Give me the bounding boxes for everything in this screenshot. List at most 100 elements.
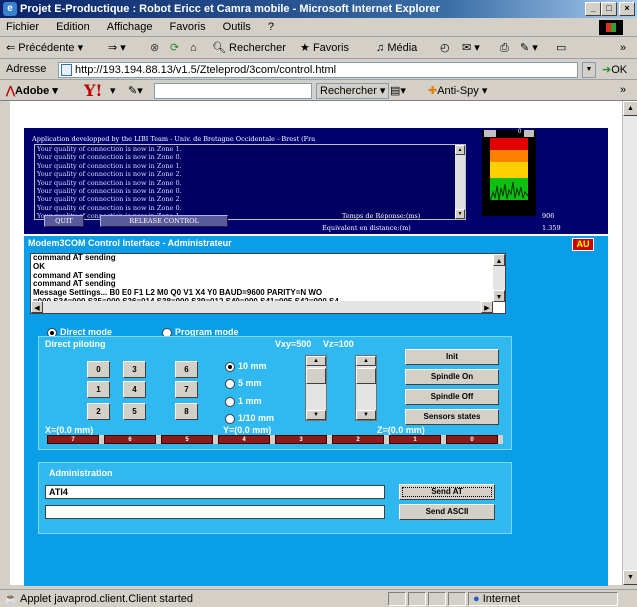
mail-icon[interactable]: ✉ ▾	[462, 37, 480, 59]
edit-icon[interactable]: ✎ ▾	[520, 37, 538, 59]
key-0-button[interactable]: 0	[87, 361, 110, 378]
back-button[interactable]: ⇐ Précédente ▾	[6, 37, 83, 59]
axis-button-6[interactable]: 6	[104, 435, 156, 444]
media-button[interactable]: ♫ Média	[376, 37, 417, 59]
key-4-button[interactable]: 4	[123, 381, 146, 398]
response-time-label: Temps de Réponse:(ms)	[342, 212, 421, 220]
vz-slider[interactable]: ▲ ▼	[355, 355, 377, 421]
antispy-icon: ✚	[428, 85, 438, 97]
toolbar-overflow-icon[interactable]: »	[620, 37, 626, 59]
send-at-button[interactable]: Send AT	[399, 484, 495, 500]
spindle-on-button[interactable]: Spindle On	[405, 369, 499, 385]
axis-button-7[interactable]: 7	[47, 435, 99, 444]
adobe-icon: ⋀	[6, 85, 16, 97]
menu-affichage[interactable]: Affichage	[107, 21, 153, 33]
close-button[interactable]: ×	[619, 2, 635, 16]
vxy-down-icon[interactable]: ▼	[306, 410, 326, 420]
menu-outils[interactable]: Outils	[223, 21, 251, 33]
go-button[interactable]: ➜OK	[602, 63, 627, 76]
menu-help[interactable]: ?	[268, 21, 274, 33]
axis-button-1[interactable]: 1	[389, 435, 441, 444]
key-8-button[interactable]: 8	[175, 403, 198, 420]
search-input[interactable]	[154, 83, 312, 99]
favorites-button[interactable]: ★ Favoris	[300, 37, 349, 59]
command-log[interactable]: command AT sending OK command AT sending…	[30, 253, 506, 314]
adobe-button[interactable]: ⋀Adobe ▾	[6, 84, 58, 97]
axis-button-3[interactable]: 3	[275, 435, 327, 444]
administration-title: Administration	[49, 468, 113, 478]
at-command-input[interactable]: ATI4	[45, 485, 385, 499]
quality-log[interactable]: Your quality of connection is now in Zon…	[34, 144, 466, 220]
vxy-thumb[interactable]	[306, 368, 326, 384]
search-button[interactable]: 🔍︎ Rechercher	[212, 37, 286, 59]
quit-button[interactable]: QUIT	[44, 215, 84, 227]
release-control-button[interactable]: RELEASE CONTROL	[100, 215, 228, 227]
discuss-icon[interactable]: ▭	[556, 37, 566, 59]
vxy-up-icon[interactable]: ▲	[306, 356, 326, 366]
gauge-left-knob-icon[interactable]	[484, 130, 496, 137]
step-tenth-mm-label: 1/10 mm	[238, 413, 275, 423]
step-5mm-radio[interactable]	[225, 379, 235, 389]
history-icon[interactable]: ◴	[440, 37, 450, 59]
step-tenth-mm-radio[interactable]	[225, 414, 235, 424]
cmd-log-hscroll[interactable]: ◀ ▶	[31, 301, 493, 313]
log-scroll-up-icon[interactable]: ▲	[455, 145, 465, 155]
home-icon[interactable]: ⌂	[190, 37, 197, 59]
maximize-button[interactable]: □	[601, 2, 617, 16]
antispy-button[interactable]: ✚Anti-Spy ▾	[428, 84, 487, 97]
step-1mm-radio[interactable]	[225, 397, 235, 407]
menu-favoris[interactable]: Favoris	[170, 21, 206, 33]
yahoo-dropdown-icon[interactable]: ▾	[110, 84, 116, 97]
vz-down-icon[interactable]: ▼	[356, 410, 376, 420]
send-ascii-button[interactable]: Send ASCII	[399, 504, 495, 520]
axis-button-5[interactable]: 5	[161, 435, 213, 444]
log-scrollbar[interactable]: ▲ ▼	[455, 145, 465, 219]
init-button[interactable]: Init	[405, 349, 499, 365]
page-scrollbar[interactable]: ▲ ▼	[622, 101, 637, 585]
scroll-up-icon[interactable]: ▲	[623, 101, 637, 116]
zone-pane: ● Internet	[468, 592, 618, 606]
cmd-scroll-up-icon[interactable]: ▲	[493, 254, 505, 266]
tools-icon[interactable]: ▤▾	[390, 84, 406, 97]
pencil-icon[interactable]: ✎▾	[128, 84, 143, 97]
key-5-button[interactable]: 5	[123, 403, 146, 420]
searchbar-overflow-icon[interactable]: »	[620, 84, 626, 96]
spindle-off-button[interactable]: Spindle Off	[405, 389, 499, 405]
key-6-button[interactable]: 6	[175, 361, 198, 378]
cmd-scroll-down-icon[interactable]: ▼	[493, 290, 505, 302]
log-scroll-down-icon[interactable]: ▼	[455, 209, 465, 219]
cmd-log-vscroll[interactable]: ▲ ▼	[493, 254, 505, 302]
axis-button-4[interactable]: 4	[218, 435, 270, 444]
search-icon: 🔍︎	[212, 42, 226, 54]
cmd-scroll-left-icon[interactable]: ◀	[31, 301, 43, 313]
vxy-slider[interactable]: ▲ ▼	[305, 355, 327, 421]
emergency-stop-button[interactable]: AU	[572, 238, 594, 251]
key-1-button[interactable]: 1	[87, 381, 110, 398]
print-icon[interactable]: ⎙	[500, 37, 509, 59]
yahoo-logo-icon[interactable]: Y!	[84, 81, 102, 100]
ascii-command-input[interactable]	[45, 505, 385, 519]
minimize-button[interactable]: _	[585, 2, 601, 16]
vz-up-icon[interactable]: ▲	[356, 356, 376, 366]
address-dropdown-icon[interactable]: ▼	[582, 62, 596, 78]
stop-icon[interactable]: ⊗	[150, 37, 159, 59]
menu-edition[interactable]: Edition	[56, 21, 90, 33]
menu-fichier[interactable]: Fichier	[6, 21, 39, 33]
gauge-right-knob-icon[interactable]	[524, 130, 534, 137]
key-2-button[interactable]: 2	[87, 403, 110, 420]
yahoo-search-button[interactable]: Rechercher ▾	[316, 83, 390, 99]
key-7-button[interactable]: 7	[175, 381, 198, 398]
axis-button-0[interactable]: 0	[446, 435, 498, 444]
step-10mm-radio[interactable]	[225, 362, 235, 372]
toolbar: ⇐ Précédente ▾ ⇒ ▾ ⊗ ⟳ ⌂ 🔍︎ Rechercher ★…	[0, 37, 637, 59]
window-title-bar[interactable]: e Projet E-Productique : Robot Ericc et …	[0, 0, 637, 18]
cmd-scroll-right-icon[interactable]: ▶	[481, 301, 493, 313]
refresh-icon[interactable]: ⟳	[170, 37, 179, 59]
sensors-states-button[interactable]: Sensors states	[405, 409, 499, 425]
axis-button-2[interactable]: 2	[332, 435, 384, 444]
address-input[interactable]: http://193.194.88.13/v1.5/Zteleprod/3com…	[58, 62, 578, 78]
scroll-down-icon[interactable]: ▼	[623, 570, 637, 585]
key-3-button[interactable]: 3	[123, 361, 146, 378]
vz-thumb[interactable]	[356, 368, 376, 384]
forward-button[interactable]: ⇒ ▾	[108, 37, 126, 59]
